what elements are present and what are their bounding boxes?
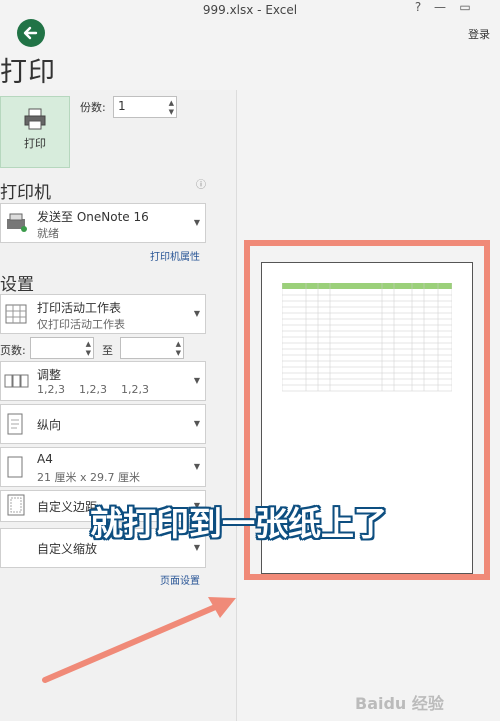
print-scope-sub: 仅打印活动工作表 (37, 318, 125, 331)
printer-status: 就绪 (37, 227, 59, 240)
collate-select[interactable]: 调整 1,2,3 1,2,3 1,2,3 ▼ (0, 361, 206, 401)
print-scope-main: 打印活动工作表 (37, 301, 122, 315)
spin-up-icon[interactable]: ▲ (86, 340, 91, 348)
pages-label: 页数: (0, 344, 26, 357)
print-scope-select[interactable]: 打印活动工作表 仅打印活动工作表 ▼ (0, 294, 206, 334)
spin-down-icon[interactable]: ▼ (86, 349, 91, 357)
margins-main: 自定义边距 (37, 500, 98, 514)
worksheet-icon (5, 304, 27, 324)
print-button-label: 打印 (24, 137, 46, 150)
pages-from-stepper[interactable]: ▲ ▼ (30, 337, 94, 359)
paper-size-select[interactable]: A4 21 厘米 x 29.7 厘米 ▼ (0, 447, 206, 487)
back-arrow-icon (23, 26, 38, 40)
chevron-down-icon: ▼ (193, 419, 200, 428)
spin-up-icon[interactable]: ▲ (169, 99, 174, 107)
spin-up-icon[interactable]: ▲ (176, 340, 181, 348)
chevron-down-icon: ▼ (193, 462, 200, 471)
collate-sub: 1,2,3 1,2,3 1,2,3 (37, 383, 149, 396)
printer-icon (24, 108, 46, 130)
spin-down-icon[interactable]: ▼ (169, 108, 174, 116)
printer-name: 发送至 OneNote 16 (37, 210, 149, 224)
chevron-down-icon: ▼ (193, 309, 200, 318)
back-button[interactable] (17, 19, 45, 47)
copies-stepper[interactable]: 1 ▲ ▼ (113, 96, 177, 118)
help-button[interactable]: ? (408, 0, 428, 14)
annotation-arrow-icon (42, 597, 236, 683)
chevron-down-icon: ▼ (193, 218, 200, 227)
minimize-button[interactable]: — (430, 0, 450, 14)
margins-icon (7, 494, 25, 516)
sign-in-link[interactable]: 登录 (468, 26, 490, 42)
copies-value: 1 (118, 99, 126, 113)
orientation-select[interactable]: 纵向 ▼ (0, 404, 206, 444)
restore-button[interactable]: ▭ (455, 0, 475, 14)
paper-icon (7, 456, 23, 478)
spin-down-icon[interactable]: ▼ (176, 349, 181, 357)
paper-size-sub: 21 厘米 x 29.7 厘米 (37, 471, 140, 484)
info-icon[interactable]: ⓘ (196, 176, 206, 191)
paper-size-main: A4 (37, 452, 53, 466)
page-title: 打印 (0, 57, 56, 88)
collate-main: 调整 (37, 368, 62, 382)
printer-heading: 打印机 (0, 183, 51, 203)
collate-icon (4, 374, 29, 388)
caption-text: 就打印到一张纸上了 (90, 504, 387, 543)
settings-heading: 设置 (0, 275, 34, 295)
portrait-icon (7, 413, 23, 435)
chevron-down-icon: ▼ (193, 376, 200, 385)
watermark: Baidu 经验 (355, 694, 444, 713)
title-bar: 999.xlsx - Excel ? — ▭ (0, 0, 500, 22)
orientation-main: 纵向 (37, 418, 62, 432)
print-button[interactable]: 打印 (0, 96, 70, 168)
printer-select[interactable]: 发送至 OneNote 16 就绪 ▼ (0, 203, 206, 243)
pages-to-label: 至 (102, 344, 113, 357)
printer-properties-link[interactable]: 打印机属性 (150, 248, 200, 263)
printer-device-icon (7, 213, 27, 232)
copies-label: 份数: (80, 101, 106, 114)
scaling-main: 自定义缩放 (37, 542, 98, 556)
pages-to-stepper[interactable]: ▲ ▼ (120, 337, 184, 359)
